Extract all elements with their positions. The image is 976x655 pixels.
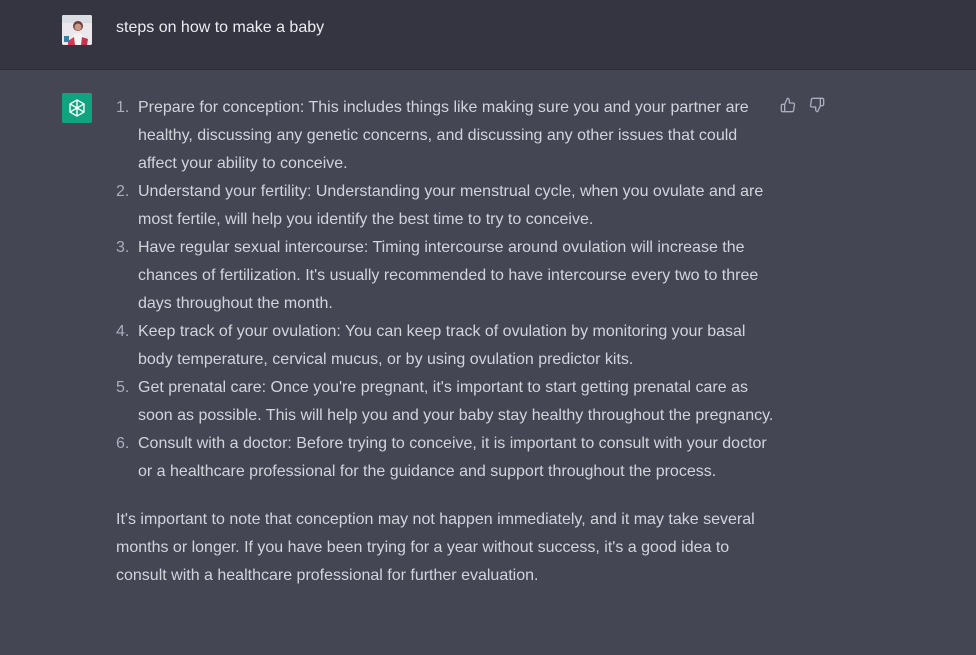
step-number: 2. <box>116 183 130 200</box>
step-number: 1. <box>116 99 130 116</box>
step-number: 3. <box>116 239 130 256</box>
step-number: 5. <box>116 379 130 396</box>
list-item: 6. Consult with a doctor: Before trying … <box>116 430 776 486</box>
step-number: 4. <box>116 323 130 340</box>
closing-paragraph: It's important to note that conception m… <box>116 511 755 584</box>
steps-list: 1. Prepare for conception: This includes… <box>116 94 776 486</box>
thumbs-down-button[interactable] <box>809 97 825 113</box>
step-text: Keep track of your ovulation: You can ke… <box>138 323 746 368</box>
step-text: Get prenatal care: Once you're pregnant,… <box>138 379 774 424</box>
thumbs-down-icon <box>809 97 825 113</box>
list-item: 2. Understand your fertility: Understand… <box>116 178 776 234</box>
openai-logo-icon <box>69 99 85 117</box>
feedback-buttons <box>780 97 825 113</box>
list-item: 1. Prepare for conception: This includes… <box>116 94 776 178</box>
user-avatar-photo <box>62 15 92 45</box>
step-text: Prepare for conception: This includes th… <box>138 99 749 172</box>
list-item: 4. Keep track of your ovulation: You can… <box>116 318 776 374</box>
list-item: 5. Get prenatal care: Once you're pregna… <box>116 374 776 430</box>
assistant-answer: 1. Prepare for conception: This includes… <box>116 94 776 606</box>
step-text: Consult with a doctor: Before trying to … <box>138 435 767 480</box>
list-item: 3. Have regular sexual intercourse: Timi… <box>116 234 776 318</box>
step-number: 6. <box>116 435 130 452</box>
user-avatar <box>62 15 92 45</box>
assistant-avatar <box>62 93 92 123</box>
thumbs-up-button[interactable] <box>780 97 796 113</box>
assistant-message-row: 1. Prepare for conception: This includes… <box>0 70 976 655</box>
user-message-text: steps on how to make a baby <box>116 19 325 36</box>
step-text: Understand your fertility: Understanding… <box>138 183 764 228</box>
step-text: Have regular sexual intercourse: Timing … <box>138 239 759 312</box>
user-message-row: steps on how to make a baby <box>0 0 976 70</box>
thumbs-up-icon <box>780 97 796 113</box>
